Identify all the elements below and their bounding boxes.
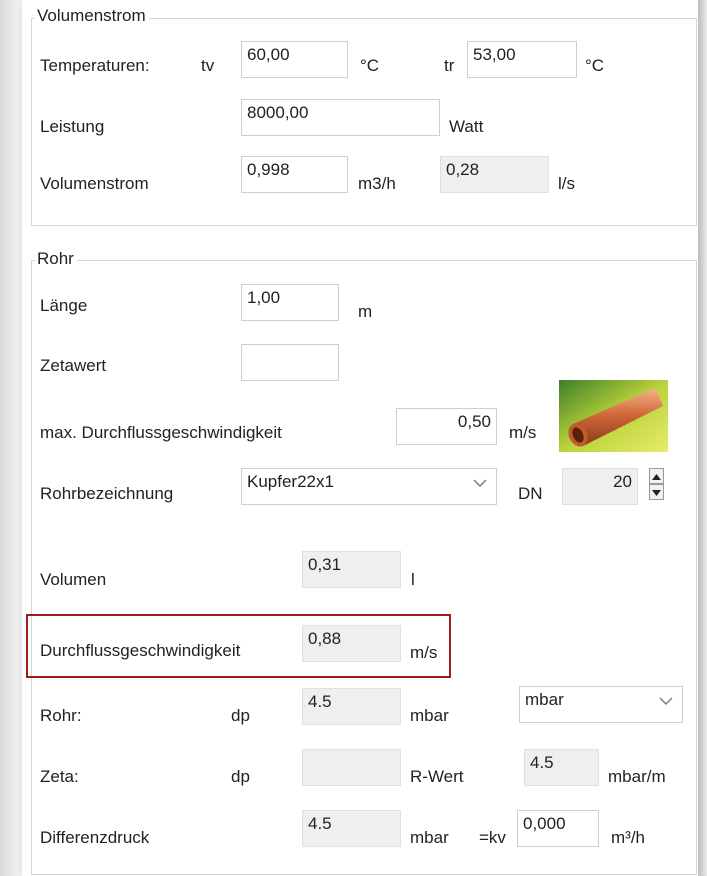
volumen-unit-label: l — [411, 570, 415, 589]
tv-label: tv — [201, 56, 215, 75]
dn-field[interactable]: 20 — [562, 468, 638, 505]
max-durchflussgeschwindigkeit-input[interactable]: 0,50 — [396, 408, 497, 445]
durchflussgeschwindigkeit-label: Durchflussgeschwindigkeit — [40, 641, 241, 660]
leistung-unit-label: Watt — [449, 117, 484, 136]
durchflussgeschwindigkeit-unit-label: m/s — [410, 643, 438, 662]
zetawert-input[interactable] — [241, 344, 339, 381]
max-durchflussgeschwindigkeit-unit-label: m/s — [509, 423, 537, 442]
chevron-down-icon — [659, 697, 673, 705]
max-durchflussgeschwindigkeit-label: max. Durchflussgeschwindigkeit — [40, 423, 282, 442]
volumen-field: 0,31 — [302, 551, 401, 588]
arrow-up-icon — [652, 474, 661, 480]
durchflussgeschwindigkeit-field: 0,88 — [302, 625, 401, 662]
volumenstrom-ls-unit-label: l/s — [558, 174, 575, 193]
pressure-unit-select-value: mbar — [525, 690, 564, 709]
window-shadow-right — [698, 0, 707, 876]
kv-label: =kv — [479, 828, 506, 847]
dn-label: DN — [518, 484, 543, 503]
rohr-dp-label: dp — [231, 706, 250, 725]
laenge-input[interactable]: 1,00 — [241, 284, 339, 321]
r-wert-unit-label: mbar/m — [608, 767, 666, 786]
arrow-down-icon — [652, 490, 661, 496]
zeta-dp-row-label: Zeta: — [40, 767, 79, 786]
dn-spin-up-button[interactable] — [649, 468, 664, 484]
volumen-label: Volumen — [40, 570, 107, 589]
tv-unit-label: °C — [360, 56, 380, 75]
laenge-label: Länge — [40, 296, 88, 315]
leistung-input[interactable]: 8000,00 — [241, 99, 440, 136]
temperaturen-label: Temperaturen: — [40, 56, 150, 75]
zeta-dp-label: dp — [231, 767, 250, 786]
tv-input[interactable]: 60,00 — [241, 41, 348, 78]
volumenstrom-group-title: Volumenstrom — [35, 6, 149, 26]
leistung-label: Leistung — [40, 117, 105, 136]
tr-unit-label: °C — [585, 56, 605, 75]
kv-field[interactable]: 0,000 — [517, 810, 599, 847]
tr-label: tr — [444, 56, 455, 75]
dn-spin-down-button[interactable] — [649, 484, 664, 500]
rohr-group-title: Rohr — [35, 249, 77, 269]
rohr-dp-field: 4.5 — [302, 688, 401, 725]
tr-input[interactable]: 53,00 — [467, 41, 577, 78]
rohrbezeichnung-select-value: Kupfer22x1 — [247, 472, 334, 491]
copper-pipe-icon — [559, 380, 668, 452]
zetawert-label: Zetawert — [40, 356, 107, 375]
differenzdruck-field: 4.5 — [302, 810, 401, 847]
rohrbezeichnung-select[interactable]: Kupfer22x1 — [241, 468, 497, 505]
r-wert-field: 4.5 — [524, 749, 599, 786]
window-shadow-left — [0, 0, 22, 876]
rohr-dp-row-label: Rohr: — [40, 706, 82, 725]
laenge-unit-label: m — [358, 302, 373, 321]
zeta-dp-field — [302, 749, 401, 786]
differenzdruck-label: Differenzdruck — [40, 828, 150, 847]
rohr-dp-unit-label: mbar — [410, 706, 449, 725]
volumenstrom-input[interactable]: 0,998 — [241, 156, 348, 193]
rohrbezeichnung-label: Rohrbezeichnung — [40, 484, 174, 503]
volumenstrom-unit-label: m3/h — [358, 174, 396, 193]
differenzdruck-unit-label: mbar — [410, 828, 449, 847]
pressure-unit-select[interactable]: mbar — [519, 686, 683, 723]
r-wert-label: R-Wert — [410, 767, 464, 786]
volumenstrom-ls-field: 0,28 — [440, 156, 549, 193]
chevron-down-icon — [473, 479, 487, 487]
kv-unit-label: m³/h — [611, 828, 645, 847]
volumenstrom-label: Volumenstrom — [40, 174, 149, 193]
